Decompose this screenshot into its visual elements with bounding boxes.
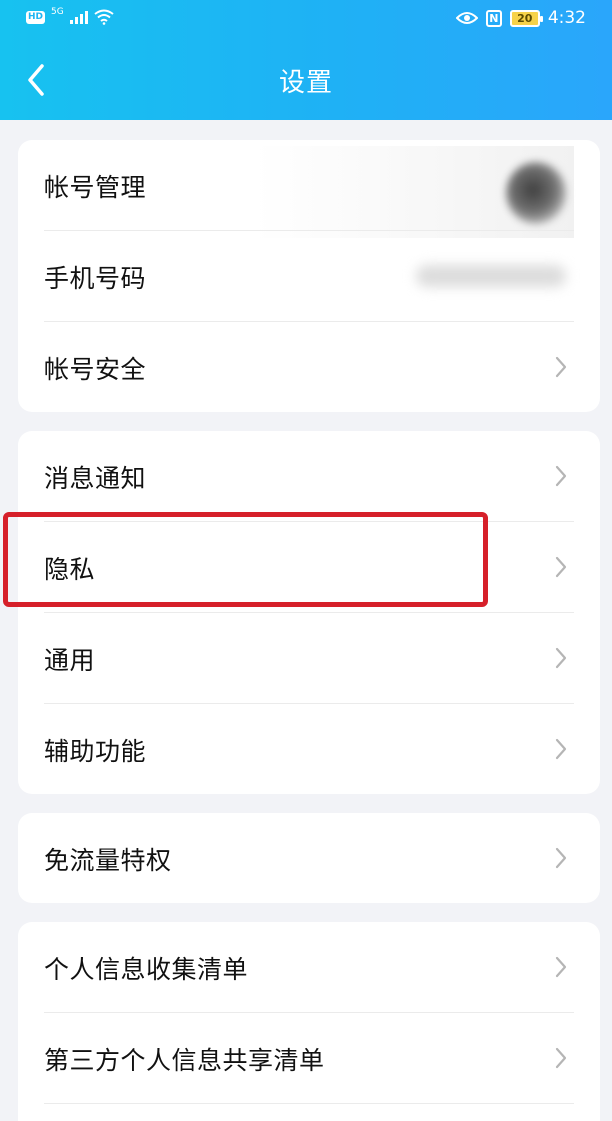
settings-item-label: 第三方个人信息共享清单 <box>44 1045 325 1075</box>
blurred-avatar <box>254 146 574 238</box>
hd-badge: HD <box>26 10 46 24</box>
chevron-right-icon <box>555 356 567 378</box>
battery-level: 20 <box>517 11 533 25</box>
chevron-right-icon <box>555 847 567 869</box>
settings-item-label: 手机号码 <box>44 263 147 293</box>
settings-item-label: 帐号管理 <box>44 172 147 202</box>
settings-item-label: 消息通知 <box>44 463 147 493</box>
chevron-right-icon <box>555 738 567 760</box>
settings-item-label: 个人信息收集清单 <box>44 954 249 984</box>
network-type: 5G <box>51 7 64 17</box>
chevron-right-icon <box>555 556 567 578</box>
settings-item-personal-info-list[interactable]: 个人信息收集清单 <box>18 922 600 1013</box>
settings-item-label: 帐号安全 <box>44 354 147 384</box>
wifi-icon <box>94 9 114 25</box>
signal-icon <box>69 10 88 24</box>
chevron-right-icon <box>555 647 567 669</box>
settings-item-account-management[interactable]: 帐号管理 <box>18 140 600 238</box>
settings-item-account-security[interactable]: 帐号安全 <box>18 322 600 412</box>
settings-item-accessibility[interactable]: 辅助功能 <box>18 704 600 794</box>
settings-item-notifications[interactable]: 消息通知 <box>18 431 600 522</box>
settings-group-data: 免流量特权 <box>18 813 600 903</box>
status-bar: HD 5G N 20 4:32 <box>0 0 612 40</box>
chevron-right-icon <box>555 956 567 978</box>
avatar <box>506 162 566 224</box>
settings-item-third-party-sharing[interactable]: 第三方个人信息共享清单 <box>18 1013 600 1104</box>
settings-item-label: 免流量特权 <box>44 845 172 875</box>
battery-icon: 20 <box>509 9 543 27</box>
blurred-phone-number <box>416 265 566 287</box>
settings-item-free-data[interactable]: 免流量特权 <box>18 813 600 903</box>
eye-icon <box>455 12 478 24</box>
settings-item-label: 通用 <box>44 645 96 675</box>
highlight-box <box>3 512 488 607</box>
settings-group-general: 消息通知 隐私 通用 辅助功能 <box>18 431 600 794</box>
settings-group-personal-info: 个人信息收集清单 第三方个人信息共享清单 <box>18 922 600 1121</box>
page-title: 设置 <box>278 68 333 98</box>
status-time: 4:32 <box>547 8 586 28</box>
settings-item-phone-number[interactable]: 手机号码 <box>18 231 600 322</box>
settings-group-account: 帐号管理 手机号码 帐号安全 <box>18 140 600 412</box>
nfc-icon: N <box>485 9 502 27</box>
settings-item-label: 辅助功能 <box>44 736 147 766</box>
chevron-right-icon <box>555 1047 567 1069</box>
settings-item-general[interactable]: 通用 <box>18 613 600 704</box>
chevron-right-icon <box>555 465 567 487</box>
